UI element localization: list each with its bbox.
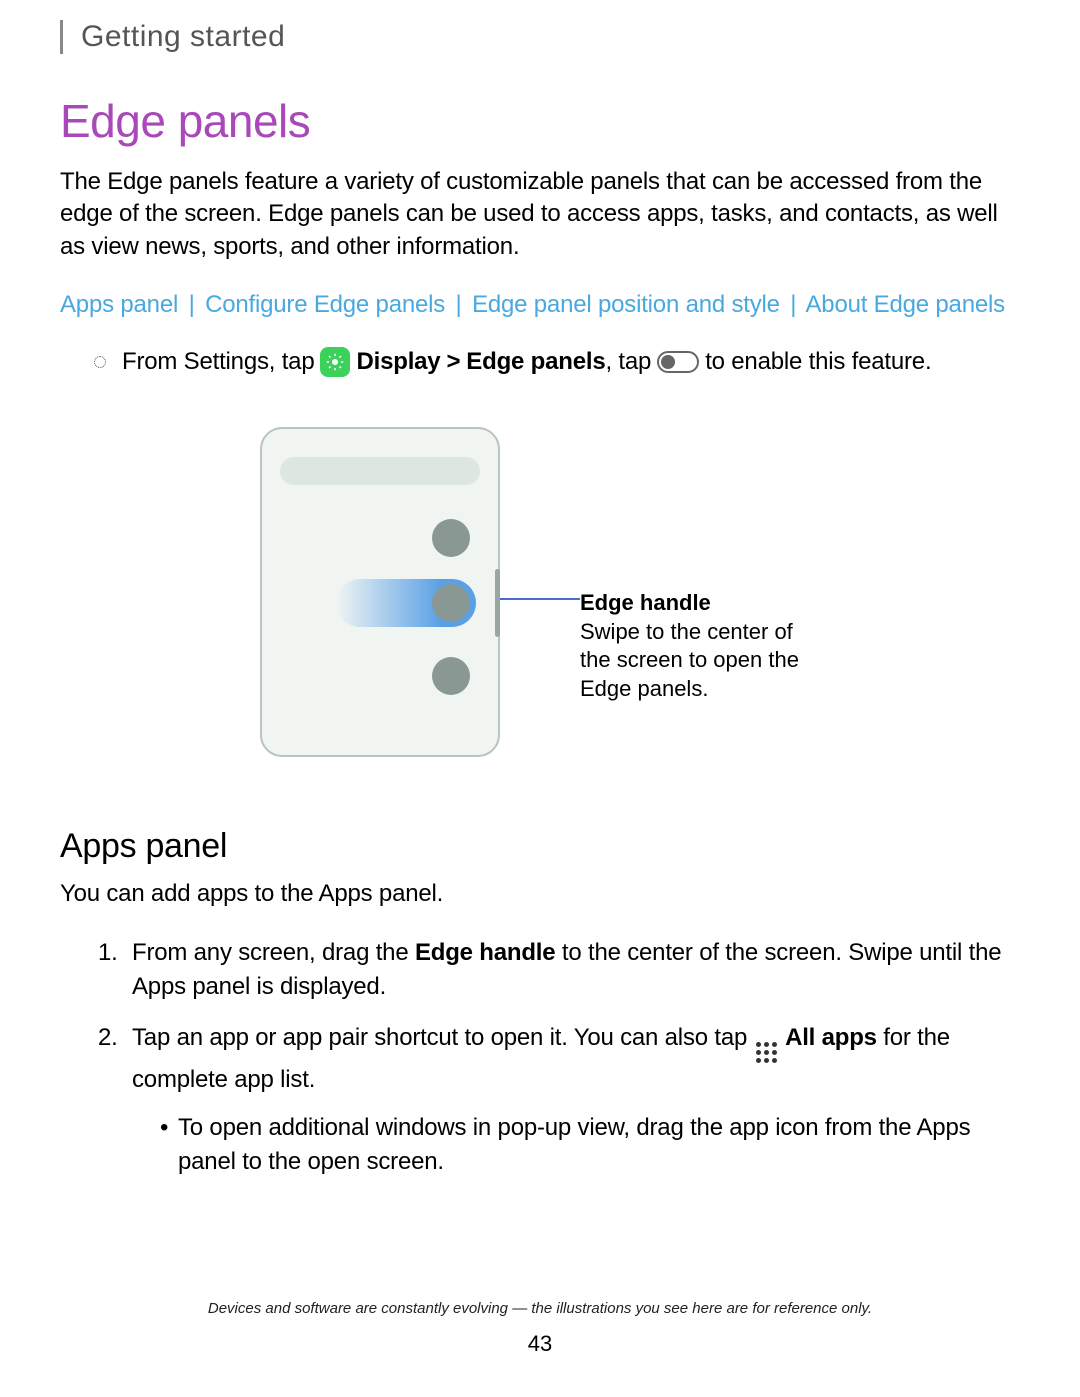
link-separator: | (786, 291, 800, 318)
app-dot (432, 584, 470, 622)
link-configure-edge-panels[interactable]: Configure Edge panels (205, 291, 445, 318)
annotation: Edge handle Swipe to the center of the s… (580, 589, 820, 703)
step-item: Tap an app or app pair shortcut to open … (98, 1021, 1020, 1178)
step-text: Tap an app or app pair shortcut to open … (132, 1024, 747, 1051)
all-apps-icon (756, 1042, 777, 1063)
edge-panels-label: Edge panels (466, 348, 605, 375)
toggle-icon (657, 351, 699, 373)
instruction-line: From Settings, tap Display > Edge panels… (94, 347, 1020, 377)
link-about-edge-panels[interactable]: About Edge panels (806, 291, 1005, 318)
footer: Devices and software are constantly evol… (0, 1300, 1080, 1357)
app-dot (432, 519, 470, 557)
link-separator: | (452, 291, 466, 318)
app-dot (432, 657, 470, 695)
page-number: 43 (0, 1331, 1080, 1357)
link-edge-panel-position[interactable]: Edge panel position and style (472, 291, 780, 318)
breadcrumb: Getting started (60, 20, 1020, 54)
edge-handle-label: Edge handle (415, 939, 556, 966)
phone-search-bar (280, 457, 480, 485)
gt-symbol: > (446, 348, 460, 376)
annotation-body: Swipe to the center of the screen to ope… (580, 618, 820, 704)
steps-list: From any screen, drag the Edge handle to… (98, 936, 1020, 1178)
annotation-title: Edge handle (580, 589, 820, 618)
link-separator: | (185, 291, 199, 318)
step-text: From any screen, drag the (132, 939, 415, 966)
display-icon (320, 347, 350, 377)
section-description: You can add apps to the Apps panel. (60, 880, 1020, 908)
bullet-icon (94, 356, 106, 368)
topic-links: Apps panel | Configure Edge panels | Edg… (60, 291, 1020, 319)
leader-line (500, 598, 580, 600)
instruction-text: to enable this feature. (705, 348, 931, 376)
edge-handle-bar (495, 569, 500, 637)
intro-paragraph: The Edge panels feature a variety of cus… (60, 166, 1020, 263)
page-title: Edge panels (60, 94, 1020, 148)
sub-list: To open additional windows in pop-up vie… (160, 1111, 1020, 1178)
footer-note: Devices and software are constantly evol… (0, 1300, 1080, 1317)
sub-item: To open additional windows in pop-up vie… (160, 1111, 1020, 1178)
section-heading-apps-panel: Apps panel (60, 827, 1020, 866)
illustration: Edge handle Swipe to the center of the s… (60, 427, 1020, 757)
step-item: From any screen, drag the Edge handle to… (98, 936, 1020, 1003)
instruction-text: , tap (605, 348, 651, 375)
link-apps-panel[interactable]: Apps panel (60, 291, 178, 318)
instruction-text: From Settings, tap (122, 348, 314, 376)
display-label: Display (356, 348, 440, 376)
phone-illustration (260, 427, 500, 757)
all-apps-label: All apps (785, 1024, 877, 1051)
